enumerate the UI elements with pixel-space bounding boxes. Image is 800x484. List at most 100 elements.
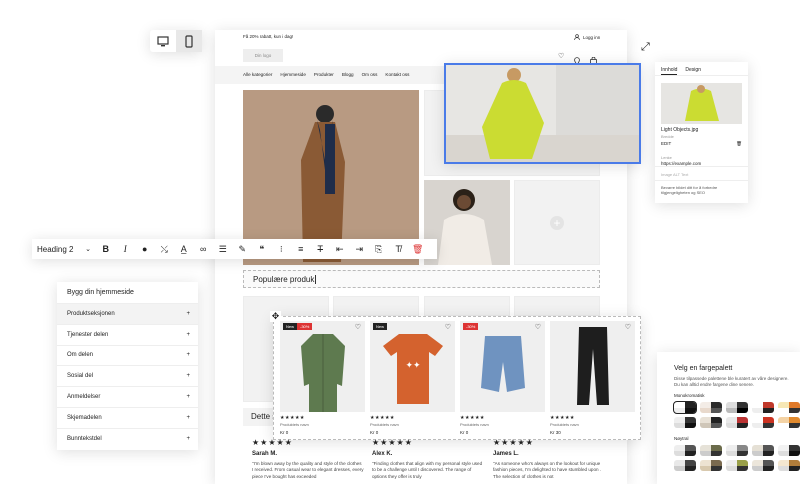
device-toggle [150, 30, 202, 52]
image-placeholder[interactable]: + [514, 180, 600, 265]
product-name: Produktets navn [280, 422, 309, 427]
nav-link[interactable]: Hjemmeside [280, 72, 306, 77]
plus-icon[interactable]: + [186, 332, 190, 338]
palette-swatch[interactable] [752, 445, 774, 456]
nav-link[interactable]: Alle kategorier [243, 72, 272, 77]
palette-swatch[interactable] [726, 445, 748, 456]
palette-swatch[interactable] [778, 445, 800, 456]
palette-swatch[interactable] [726, 402, 748, 413]
section-item[interactable]: Anmeldelser + [57, 386, 198, 407]
outdent-icon[interactable]: ⇤ [330, 244, 350, 255]
paste-icon[interactable]: ⎘ [369, 244, 389, 255]
palette-swatch[interactable] [674, 445, 696, 456]
section-item[interactable]: Bunntekstdel + [57, 427, 198, 449]
palette-swatch[interactable] [778, 417, 800, 428]
add-icon[interactable]: + [550, 215, 564, 230]
review-text: "Finding clothes that align with my pers… [372, 461, 483, 479]
inspector-panel: Innhold Design Light Objects.jpg Bredde … [655, 62, 748, 203]
highlight-icon[interactable]: ✎ [233, 244, 253, 255]
desktop-icon[interactable] [150, 30, 176, 52]
tab-design[interactable]: Design [685, 67, 701, 75]
link-input[interactable]: https://example.com [655, 160, 748, 167]
palette-swatch[interactable] [700, 402, 722, 413]
clear-format-icon[interactable]: T̸ [389, 244, 409, 254]
palette-swatch[interactable] [752, 460, 774, 471]
palette-swatch[interactable] [752, 417, 774, 428]
product-image[interactable]: New ♡ ✦✦ [370, 321, 455, 412]
product-name: Produktets navn [550, 422, 579, 427]
nav-link[interactable]: Kontakt oss [385, 72, 409, 77]
product-card[interactable]: ♡ ★★★★★ Produktets navn Kr 30 [550, 321, 635, 435]
numbered-list-icon[interactable]: ≡ [291, 244, 311, 254]
plus-icon[interactable]: + [186, 373, 190, 379]
palette-swatch[interactable] [700, 445, 722, 456]
palette-swatch[interactable] [674, 417, 696, 428]
indent-icon[interactable]: ⇥ [350, 244, 370, 255]
plus-icon[interactable]: + [186, 415, 190, 421]
nav-link[interactable]: Om oss [362, 72, 378, 77]
product-placeholder [424, 296, 510, 316]
strikethrough-icon[interactable]: T [311, 244, 331, 254]
mobile-icon[interactable] [176, 30, 202, 52]
tab-content[interactable]: Innhold [661, 67, 678, 75]
inspector-thumbnail[interactable] [661, 83, 742, 124]
inspector-note: Bevarre bildet ditt for å forbedre tilgj… [661, 185, 718, 195]
palette-swatch[interactable] [673, 401, 697, 414]
heart-icon[interactable]: ♡ [535, 323, 541, 331]
trash-icon[interactable]: 🗑 [736, 141, 742, 147]
heading-select[interactable]: Heading 2 ⌄ [32, 245, 96, 254]
palette-swatch[interactable] [726, 460, 748, 471]
link-icon[interactable]: ∞ [194, 244, 214, 254]
selected-image[interactable] [444, 63, 641, 164]
expand-icon[interactable]: ⤢ [641, 41, 650, 54]
review-author: James L. [493, 451, 519, 457]
palette-swatch[interactable] [700, 417, 722, 428]
section-item[interactable]: Sosial del + [57, 365, 198, 386]
heart-icon[interactable]: ♡ [625, 323, 631, 331]
palette-swatch[interactable] [726, 417, 748, 428]
delete-icon[interactable]: 🗑 [408, 244, 428, 255]
nav-link[interactable]: Blogg [342, 72, 354, 77]
site-logo[interactable]: Din logo [243, 49, 283, 62]
quote-icon[interactable]: ❝ [252, 244, 272, 255]
plus-icon[interactable]: + [186, 436, 190, 442]
bullet-list-icon[interactable]: ⁝ [272, 244, 292, 255]
nav-link[interactable]: Produkter [314, 72, 334, 77]
product-placeholder [333, 296, 419, 316]
review-text: "I'm blown away by the quality and style… [252, 461, 364, 479]
login-link[interactable]: Logg inn [574, 34, 600, 40]
edit-button[interactable]: EDIT [661, 141, 671, 147]
section-item[interactable]: Skjemadelen + [57, 406, 198, 428]
product-card[interactable]: New ♡ ✦✦ ★★★★★ Produktets navn Kr 0 [370, 321, 455, 435]
product-card[interactable]: New -30% ♡ ★★★★★ Produktets navn Kr 0 [280, 321, 365, 435]
badge-new: New [283, 323, 298, 330]
section-item[interactable]: Produktseksjonen + [57, 303, 198, 324]
italic-icon[interactable]: I [116, 244, 136, 254]
plus-icon[interactable]: + [186, 394, 190, 400]
palette-swatch[interactable] [752, 402, 774, 413]
section-item[interactable]: Om delen + [57, 344, 198, 366]
section-item[interactable]: Tjenester delen + [57, 323, 198, 345]
product-image[interactable]: ♡ [550, 321, 635, 412]
bold-icon[interactable]: B [96, 244, 116, 254]
heart-icon[interactable]: ♡ [445, 323, 451, 331]
product-card[interactable]: -30% ♡ ★★★★★ Produktets navn Kr 0 [460, 321, 545, 435]
palette-swatch[interactable] [674, 460, 696, 471]
product-image[interactable]: New -30% ♡ [280, 321, 365, 412]
unlink-icon[interactable]: ⤯ [155, 244, 175, 255]
product-price: Kr 0 [460, 430, 469, 435]
heart-icon[interactable]: ♡ [355, 323, 361, 331]
text-color-icon[interactable]: ● [135, 244, 155, 254]
review: ★★★★★ Alex K. "Finding clothes that alig… [372, 438, 484, 480]
font-color-icon[interactable]: A̲ [174, 244, 194, 254]
plus-icon[interactable]: + [186, 352, 190, 358]
product-image[interactable]: -30% ♡ [460, 321, 545, 412]
alt-text-input[interactable]: Image ALT Text [655, 167, 748, 181]
plus-icon[interactable]: + [186, 311, 190, 317]
product-name: Produktets navn [460, 422, 489, 427]
palette-swatch[interactable] [778, 402, 800, 413]
palette-swatch[interactable] [778, 460, 800, 471]
align-left-icon[interactable]: ☰ [213, 244, 233, 255]
palette-swatch[interactable] [700, 460, 722, 471]
section-heading-editable[interactable]: Populære produk [243, 270, 600, 288]
